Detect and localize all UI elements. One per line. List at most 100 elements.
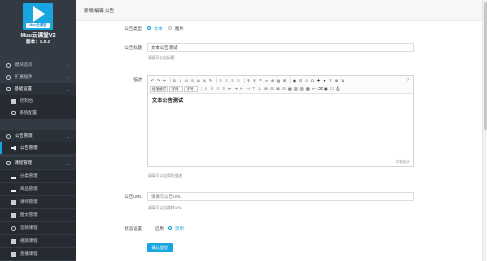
toolbar-button-icon[interactable]: ∞ (264, 78, 269, 84)
sidebar-item-label: 商品管理 (20, 186, 38, 191)
url-input[interactable] (147, 192, 414, 201)
toolbar-button-icon[interactable]: ↷ (156, 78, 161, 84)
title-label: 公告标题 (124, 45, 142, 50)
toolbar-button-icon[interactable]: ≡ (221, 86, 226, 92)
status-option-disable[interactable]: 禁用 (175, 226, 184, 232)
font-size-select[interactable]: 字号 (184, 85, 199, 92)
toolbar-button-icon[interactable]: ≡ (203, 86, 208, 92)
font-family-select[interactable]: 字体 (169, 85, 184, 92)
toolbar-button-icon[interactable]: ✂ (162, 78, 167, 84)
toolbar-button-icon[interactable]: ⊟ (269, 86, 274, 92)
toolbar-button-icon[interactable]: I (178, 78, 183, 84)
toolbar-button-icon[interactable]: ❝ (258, 78, 263, 84)
toolbar-button-icon[interactable]: ↩ (311, 86, 316, 92)
editor-toolbar: ↶ ↷ ✂ B I U S A A ✎ ≡ ≡ ≡ ≡ ¶ ¶ ❝ ∞ ⊕ ▤ ⊞ ◉ ⊡ ☺ Ω ✚ ▾ T ≣ ⇲ 段落格式 字体 字… (148, 76, 413, 94)
toolbar-button-icon[interactable]: ⇥ (233, 86, 238, 92)
sidebar-item-video-courses[interactable]: 视频课程 (0, 235, 76, 247)
document-icon (11, 212, 16, 218)
toolbar-button-icon[interactable]: B (172, 78, 177, 84)
toolbar-button-icon[interactable]: ⊣ (245, 86, 250, 92)
toolbar-button-icon[interactable]: A (202, 78, 207, 84)
circle-icon (6, 62, 11, 68)
toolbar-button-icon[interactable]: ⇤ (227, 86, 232, 92)
toolbar-button-icon[interactable]: T (328, 78, 333, 84)
sidebar-item-module-home[interactable]: 模块首页 › (0, 59, 76, 71)
sidebar-item-goods[interactable]: 商品管理 (0, 183, 76, 195)
paragraph-format-select[interactable]: 段落格式 (150, 85, 169, 92)
toolbar-button-icon[interactable]: ☺ (304, 78, 309, 84)
toolbar-button-icon[interactable]: ≣ (334, 78, 339, 84)
toolbar-button-icon[interactable]: ≡ (215, 86, 220, 92)
toolbar-button-icon[interactable]: U (184, 78, 189, 84)
toolbar-button-icon[interactable]: ≡ (224, 78, 229, 84)
type-option-text[interactable]: 文本 (154, 26, 163, 32)
rich-text-editor[interactable]: ↶ ↷ ✂ B I U S A A ✎ ≡ ≡ ≡ ≡ ¶ ¶ ❝ ∞ ⊕ ▤ ⊞ ◉ ⊡ ☺ Ω ✚ ▾ T ≣ ⇲ 段落格式 字体 字… (147, 75, 414, 167)
toolbar-button-icon[interactable]: ⊕ (270, 78, 275, 84)
toolbar-button-icon[interactable]: ⇲ (340, 78, 345, 84)
toolbar-button-icon[interactable]: ☐ (329, 86, 334, 92)
title-input[interactable]: 文本公告测试 (147, 43, 414, 52)
toolbar-button-icon[interactable]: ▣ (323, 86, 328, 92)
sidebar-item-live-courses[interactable]: 直播课程 (0, 248, 76, 260)
scrollbar[interactable] (482, 0, 487, 261)
toolbar-button-icon[interactable]: ≡ (230, 78, 235, 84)
type-radio-text[interactable] (147, 26, 151, 30)
toolbar-button-icon[interactable]: ¶ (246, 78, 251, 84)
toolbar-button-icon[interactable]: ⊞ (263, 86, 268, 92)
sidebar-item-articles[interactable]: 图文管理 (0, 209, 76, 221)
toolbar-button-icon[interactable]: ▩ (305, 86, 310, 92)
toolbar-button-icon[interactable]: ▧ (293, 86, 298, 92)
sidebar-item-dashboard[interactable]: 控制台 (0, 95, 76, 107)
toolbar-button-icon[interactable]: ⎙ (335, 86, 340, 92)
sidebar-item-lecturers[interactable]: 讲师管理 (0, 196, 76, 208)
chevron-down-icon: ⌄ (66, 160, 70, 166)
toolbar-button-icon[interactable]: ⊠ (275, 86, 280, 92)
toolbar-button-icon[interactable]: S (190, 78, 195, 84)
toolbar-button-icon[interactable]: Ω (310, 78, 315, 84)
toolbar-button-icon[interactable]: ≡ (218, 78, 223, 84)
toolbar-button-icon[interactable]: ≡ (209, 86, 214, 92)
help-icon[interactable]: ? (407, 77, 409, 82)
toolbar-button-icon[interactable]: ⊡ (281, 86, 286, 92)
toolbar-button-icon[interactable]: ▤ (276, 78, 281, 84)
toolbar-button-icon[interactable]: ↶ (150, 78, 155, 84)
sidebar-item-audio-courses[interactable]: 音频课程 (0, 222, 76, 234)
logo-text: Muu云课堂 (26, 23, 50, 28)
sidebar-item-system-config[interactable]: 系统配置 (0, 107, 76, 119)
sidebar-item-label: 分类管理 (20, 173, 38, 178)
sidebar-item-category[interactable]: 分类管理 (0, 170, 76, 182)
toolbar-button-icon[interactable]: ▾ (322, 78, 327, 84)
status-radio-disable[interactable] (168, 226, 172, 230)
sidebar-group-courses[interactable]: 课程管理 ⌄ (0, 157, 76, 169)
page-title: 新增/编辑 公告 (84, 8, 115, 13)
sidebar-item-announcement-manage[interactable]: 公告管理 (0, 142, 76, 154)
toolbar-button-icon[interactable]: ✎ (208, 78, 213, 84)
editor-content[interactable]: 文本公告测试 (152, 97, 183, 104)
status-option-enable[interactable]: 启用 (155, 226, 164, 232)
toolbar-button-icon[interactable]: ✚ (316, 78, 321, 84)
title-help: 请填写公告标题 (148, 56, 175, 60)
sidebar-item-label: 直播课程 (20, 251, 38, 256)
toolbar-button-icon[interactable]: ⊡ (298, 78, 303, 84)
sidebar-item-plugins[interactable]: 扩展插件 › (0, 71, 76, 83)
submit-button[interactable]: 确认提交 (147, 243, 173, 252)
list-icon (11, 174, 16, 179)
sidebar-group-basic-settings[interactable]: 基础设置 ⌄ (0, 83, 76, 95)
toolbar-button-icon[interactable]: ¶ (252, 78, 257, 84)
toolbar-button-icon[interactable]: ⊤ (251, 86, 256, 92)
toolbar-button-icon[interactable]: ⌫ (317, 86, 323, 92)
type-option-image[interactable]: 图片 (175, 26, 184, 32)
toolbar-button-icon[interactable]: ◉ (292, 78, 297, 84)
video-icon (11, 238, 16, 244)
sidebar-item-label: 基础设置 (14, 86, 33, 91)
toolbar-button-icon[interactable]: ⊞ (282, 78, 287, 84)
type-radio-image[interactable] (168, 26, 172, 30)
toolbar-button-icon[interactable]: ▨ (299, 86, 304, 92)
toolbar-button-icon[interactable]: ≡ (236, 78, 241, 84)
desc-label: 描述 (133, 77, 142, 82)
sidebar-group-announcements[interactable]: 公告管理 ⌄ (0, 130, 76, 142)
toolbar-button-icon[interactable]: ⊥ (257, 86, 262, 92)
toolbar-button-icon[interactable]: ⊢ (239, 86, 244, 92)
toolbar-button-icon[interactable]: ▦ (287, 86, 292, 92)
toolbar-button-icon[interactable]: A (196, 78, 201, 84)
